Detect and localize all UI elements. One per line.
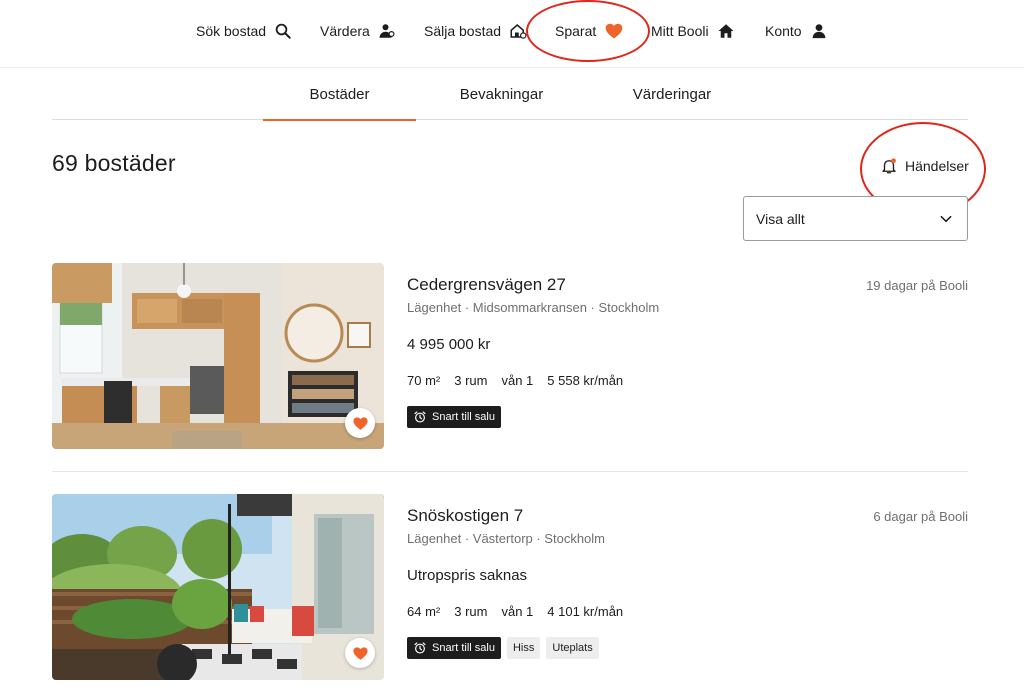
tab-bostader[interactable]: Bostäder <box>263 68 416 121</box>
user-icon <box>812 24 825 39</box>
nav-search-label: Sök bostad <box>196 23 267 39</box>
filter-select[interactable]: Visa allt <box>743 196 968 241</box>
favorite-button[interactable] <box>345 408 375 438</box>
nav-my-booli[interactable]: Mitt Booli <box>651 20 735 42</box>
tab-varderingar[interactable]: Värderingar <box>597 68 747 120</box>
balcony-photo[interactable] <box>52 494 384 680</box>
listing-fee: 5 558 kr/mån <box>547 373 624 388</box>
badge-soon-for-sale: Snart till salu <box>407 406 501 428</box>
badge-patio: Uteplats <box>546 637 599 659</box>
nav-value-label: Värdera <box>320 23 370 39</box>
nav-search[interactable]: Sök bostad <box>196 20 292 42</box>
nav-value[interactable]: Värdera <box>320 20 396 42</box>
listing-days: 6 dagar på Booli <box>873 509 968 524</box>
tab-bevakningar[interactable]: Bevakningar <box>424 68 579 120</box>
tab-bevakningar-label: Bevakningar <box>459 85 544 103</box>
listing-card[interactable]: Cedergrensvägen 27 Lägenhet · Midsommark… <box>52 263 968 449</box>
favorite-button[interactable] <box>345 638 375 668</box>
listing-meta: Lägenhet · Midsommarkransen · Stockholm <box>407 300 660 315</box>
listing-address[interactable]: Cedergrensvägen 27 <box>407 275 566 295</box>
nav-sell-label: Sälja bostad <box>424 23 502 39</box>
listing-floor: vån 1 <box>501 373 534 388</box>
badge-label: Snart till salu <box>432 642 495 654</box>
alarm-clock-icon <box>414 642 426 654</box>
nav-account[interactable]: Konto <box>765 20 828 42</box>
listing-facts: 70 m² 3 rum vån 1 5 558 kr/mån <box>407 373 623 388</box>
listing-days: 19 dagar på Booli <box>866 278 968 293</box>
bell-icon <box>882 158 896 174</box>
badge-label: Snart till salu <box>432 411 495 423</box>
events-button[interactable]: Händelser <box>880 155 969 177</box>
house-sell-icon <box>510 24 527 39</box>
tab-varderingar-label: Värderingar <box>632 85 712 103</box>
listing-price: 4 995 000 kr <box>407 336 491 353</box>
listing-address[interactable]: Snöskostigen 7 <box>407 506 523 526</box>
nav-account-label: Konto <box>765 23 802 39</box>
search-icon <box>275 23 291 39</box>
listing-card[interactable]: Snöskostigen 7 Lägenhet · Västertorp · S… <box>52 494 968 680</box>
kitchen-photo[interactable] <box>52 263 384 449</box>
heart-icon <box>352 646 368 660</box>
tab-bostader-label: Bostäder <box>309 85 370 103</box>
alarm-clock-icon <box>414 411 426 423</box>
heart-icon <box>605 23 623 39</box>
listing-meta: Lägenhet · Västertorp · Stockholm <box>407 531 605 546</box>
listing-badges: Snart till salu <box>407 406 501 428</box>
nav-saved-label: Sparat <box>555 23 597 39</box>
badge-soon-for-sale: Snart till salu <box>407 637 501 659</box>
events-label: Händelser <box>905 158 969 174</box>
nav-my-booli-label: Mitt Booli <box>651 23 709 39</box>
nav-saved[interactable]: Sparat <box>555 20 624 42</box>
listing-area: 64 m² <box>407 604 441 619</box>
saved-tabs: Bostäder Bevakningar Värderingar <box>52 68 968 121</box>
page-title: 69 bostäder <box>52 150 176 176</box>
listing-rooms: 3 rum <box>454 604 488 619</box>
person-value-icon <box>379 24 395 38</box>
listing-floor: vån 1 <box>501 604 534 619</box>
listing-rooms: 3 rum <box>454 373 488 388</box>
filter-select-value: Visa allt <box>756 210 805 227</box>
divider <box>52 471 968 472</box>
top-navigation: Sök bostad Värdera Sälja bostad Sparat M… <box>0 0 1024 68</box>
listing-area: 70 m² <box>407 373 441 388</box>
heart-icon <box>352 416 368 430</box>
chevron-down-icon <box>940 215 952 222</box>
listing-facts: 64 m² 3 rum vån 1 4 101 kr/mån <box>407 604 623 619</box>
nav-sell[interactable]: Sälja bostad <box>424 20 527 42</box>
listing-badges: Snart till salu Hiss Uteplats <box>407 637 599 659</box>
home-icon <box>718 24 734 38</box>
badge-elevator: Hiss <box>506 637 541 659</box>
listing-price: Utropspris saknas <box>407 567 528 584</box>
listing-fee: 4 101 kr/mån <box>547 604 624 619</box>
